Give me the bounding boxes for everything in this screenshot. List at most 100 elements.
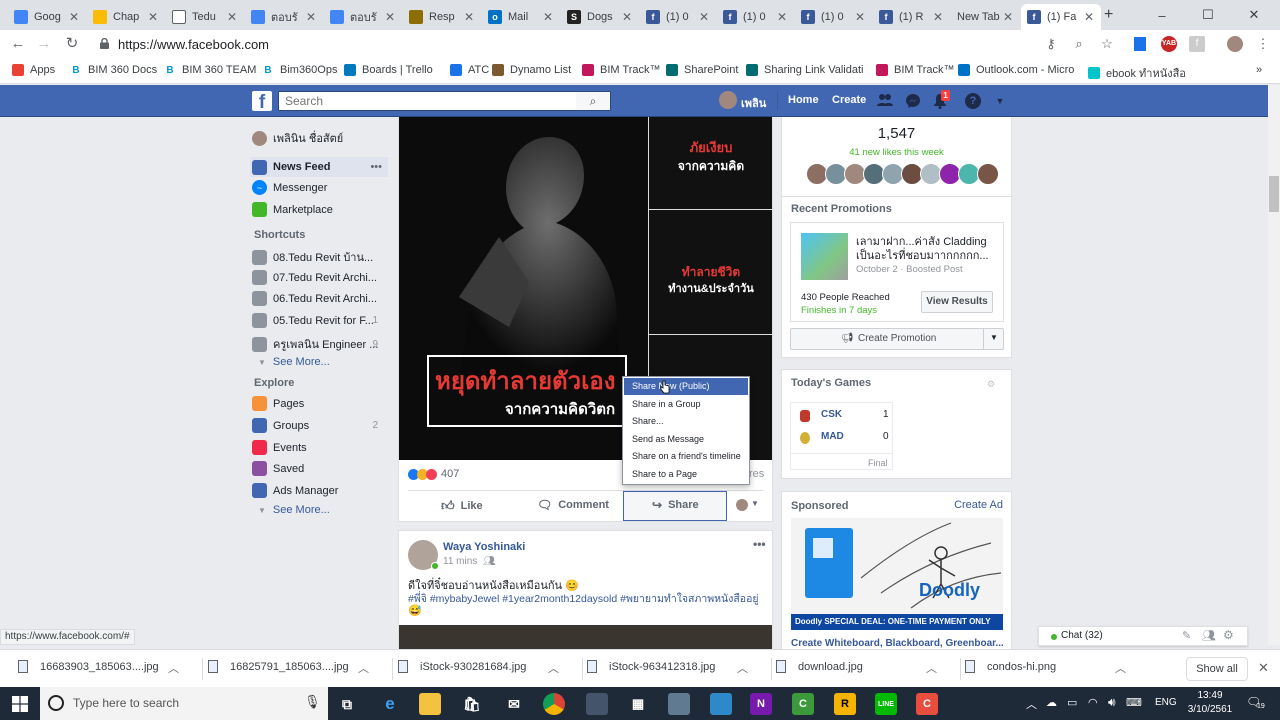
chrome-icon[interactable] [543,693,565,715]
back-icon[interactable]: ← [8,34,28,54]
taskbar-search[interactable]: Type here to search 🎙︎ [40,687,328,720]
tab[interactable]: S Dogs ✕ [561,4,639,30]
sidebar-item-groups[interactable]: Groups 2 [252,418,386,433]
gear-icon[interactable]: ⚙ [1223,628,1234,642]
store-icon[interactable]: 🛍︎ [461,693,483,715]
share-menu-item[interactable]: Share... [624,413,748,430]
maximize-icon[interactable]: ☐ [1185,0,1231,30]
clock-date[interactable]: 3/10/2561 [1183,704,1237,715]
download-item[interactable]: download.jpg ︿ [776,660,946,675]
facebook-search[interactable]: ⌕ [278,91,611,111]
tab-active[interactable]: f (1) Fa ✕ [1021,4,1101,30]
battery-icon[interactable]: ▭ [1067,696,1077,709]
create-promotion-button[interactable]: 📢︎ Create Promotion ▼ [790,328,1004,350]
share-menu-item[interactable]: Share in a Group [624,396,748,413]
scrollbar-thumb[interactable] [1269,176,1279,212]
download-item[interactable]: 16683903_185063....jpg ︿ [18,660,188,676]
tab[interactable]: Chap ✕ [87,4,165,30]
close-tab-icon[interactable]: ✕ [776,10,788,24]
search-icon[interactable]: ⌕ [576,92,610,110]
windows-start-icon[interactable] [12,696,28,712]
sidebar-item-saved[interactable]: Saved [252,461,386,476]
close-tab-icon[interactable]: ✕ [621,10,633,24]
bookmark-item[interactable]: ebook ทำหนังสือ [1088,64,1186,82]
more-icon[interactable]: ••• [753,537,766,551]
bookmark-item[interactable]: SharePoint [666,64,738,76]
close-icon[interactable]: ✕ [1258,660,1269,676]
home-link[interactable]: Home [788,94,819,106]
close-tab-icon[interactable]: ✕ [147,10,159,24]
tab[interactable]: f (1) 0 ✕ [717,4,794,30]
sidebar-item-pages[interactable]: Pages [252,396,386,411]
download-item[interactable]: iStock-930281684.jpg ︿ [398,660,568,676]
close-tab-icon[interactable]: ✕ [1083,10,1095,24]
sidebar-item-shortcut[interactable]: 07.Tedu Revit Archi... [252,270,386,285]
bookmark-item[interactable]: Apps [12,64,55,76]
reload-icon[interactable]: ↻ [62,34,82,54]
bookmark-item[interactable]: Outlook.com - Micro [958,64,1074,76]
sidebar-item-news-feed[interactable]: News Feed ••• [250,157,388,177]
chevron-up-icon[interactable]: ︿ [737,660,748,676]
edge-icon[interactable]: e [379,693,401,715]
sidebar-item-messenger[interactable]: ~ Messenger [252,180,327,195]
chevron-up-icon[interactable]: ︿ [548,660,559,676]
close-tab-icon[interactable]: ✕ [542,10,554,24]
url-field[interactable]: https://www.facebook.com [118,37,269,52]
close-tab-icon[interactable]: ✕ [932,10,944,24]
mail-icon[interactable]: ✉ [503,693,525,715]
task-view-icon[interactable]: ⧉ [336,693,358,715]
bookmark-item[interactable]: B BIM 360 Docs [70,64,157,76]
post-image[interactable] [399,625,772,651]
bookmark-item[interactable]: Boards | Trello [344,64,433,76]
profile-avatar-icon[interactable] [1227,36,1243,52]
compose-icon[interactable]: ✎ [1182,629,1191,642]
close-window-icon[interactable]: ✕ [1231,0,1277,30]
new-group-icon[interactable]: 👥︎ [1202,629,1216,642]
game-item[interactable]: CSK 1 MAD 0 Final [790,402,893,470]
chevron-down-icon[interactable]: ▼ [751,499,759,508]
tab[interactable]: Goog ✕ [8,4,86,30]
close-tab-icon[interactable]: ✕ [68,10,80,24]
tab[interactable]: f (1) 0 ✕ [640,4,716,30]
avatar[interactable] [719,91,737,109]
tab[interactable]: ตอบรั ✕ [245,4,323,30]
avatar[interactable] [736,499,748,511]
chevron-up-icon[interactable]: ︿ [1115,660,1126,676]
chevron-up-icon[interactable]: ︿ [168,660,179,676]
sidebar-item-ads-manager[interactable]: Ads Manager [252,483,386,498]
facebook-ext-icon[interactable]: f [1189,36,1205,52]
chevron-up-icon[interactable]: ︿ [358,660,369,676]
app-icon[interactable] [586,693,608,715]
view-results-button[interactable]: View Results [921,291,993,313]
app-icon[interactable] [668,693,690,715]
post-time[interactable]: 11 mins [443,556,477,567]
see-more-link[interactable]: ▼ See More... [258,356,330,368]
chevron-down-icon[interactable]: ▼ [992,93,1008,109]
keyboard-icon[interactable]: ⌨ [1126,696,1142,709]
likes-new[interactable]: 41 new likes this week [782,147,1011,158]
close-tab-icon[interactable]: ✕ [305,10,317,24]
close-tab-icon[interactable]: ✕ [1002,10,1014,24]
wifi-icon[interactable]: ◠ [1088,696,1098,709]
share-menu-item[interactable]: Send as Message [624,431,748,448]
close-tab-icon[interactable]: ✕ [463,10,475,24]
tab[interactable]: o Mail ✕ [482,4,560,30]
bookmark-item[interactable]: Dynamo List [492,64,571,76]
share-menu-item[interactable]: Share to a Page [624,466,748,483]
like-button[interactable]: 👍︎ Like [441,498,483,514]
show-all-button[interactable]: Show all [1186,657,1248,681]
share-menu-item[interactable]: Share on a friend's timeline [624,448,748,465]
avatar[interactable] [977,163,999,185]
download-item[interactable]: iStock-963412318.jpg ︿ [587,660,757,676]
bookmark-item[interactable]: B Bim360Ops [262,64,337,76]
forward-icon[interactable]: → [34,34,54,54]
bookmark-item[interactable]: B BIM 360 TEAM [164,64,256,76]
share-button-label[interactable]: ↪ Share [652,498,699,512]
download-item[interactable]: 16825791_185063....jpg ︿ [208,660,378,676]
file-explorer-icon[interactable] [419,693,441,715]
friend-requests-icon[interactable] [877,93,893,109]
clock-time[interactable]: 13:49 [1185,690,1235,701]
promotion-title[interactable]: เลามาฝาก...ค่าสั่ง Cladding เป็นอะไรที่ช… [856,235,998,263]
ad-image[interactable]: Doodly Doodly SPECIAL DEAL: ONE-TIME PAY… [791,518,1003,630]
search-input[interactable] [279,92,569,110]
